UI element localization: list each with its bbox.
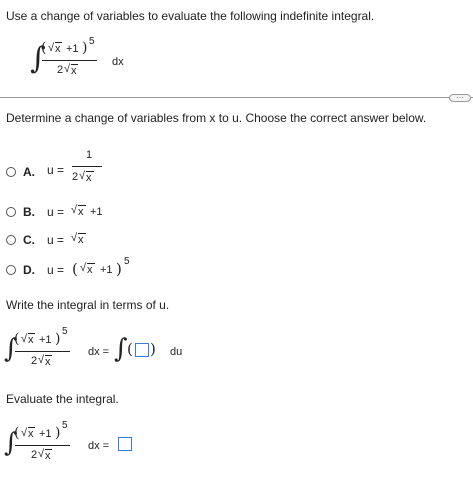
main-integral: ∫ ( √ x +1 ) 5 2 √ x dx (30, 36, 170, 88)
den-coeff: 2 (31, 355, 38, 367)
exponent: 5 (124, 256, 130, 267)
exponent: 5 (89, 36, 95, 47)
sqrt-symbol: √ (79, 170, 86, 182)
sqrt-symbol: √ (38, 448, 45, 460)
question-prompt: Use a change of variables to evaluate th… (6, 9, 375, 23)
u-equals: u = (47, 163, 65, 177)
num-plus-one: +1 (39, 428, 52, 440)
den-radicand: x (86, 172, 92, 184)
open-paren: ( (127, 340, 133, 358)
u-equals: u = (47, 233, 65, 247)
option-d[interactable]: D. u = ( √ x +1 ) 5 (6, 256, 156, 280)
u-equals: u = (47, 263, 65, 277)
tail: +1 (90, 206, 103, 218)
num-radicand: x (55, 43, 61, 55)
integrand-input[interactable] (135, 343, 149, 357)
open-paren: ( (41, 40, 47, 56)
sqrt-symbol: √ (80, 262, 87, 274)
dx-label: dx (112, 56, 124, 68)
sqrt-symbol: √ (64, 63, 71, 75)
radio-button-icon[interactable] (6, 265, 16, 275)
exponent: 5 (62, 326, 68, 337)
close-paren: ) (82, 40, 88, 56)
sqrt-symbol: √ (48, 42, 55, 54)
step2-instruction: Write the integral in terms of u. (6, 298, 170, 312)
option-letter: D. (23, 263, 35, 277)
radicand: x (87, 264, 93, 276)
step3-equation: ∫ ( √ x +1 ) 5 2 √ x dx = (4, 420, 164, 470)
close-paren: ) (55, 331, 61, 347)
sqrt-symbol: √ (21, 333, 28, 345)
num-radicand: x (28, 334, 34, 346)
sqrt-symbol: √ (71, 232, 78, 244)
sqrt-symbol: √ (21, 427, 28, 439)
step2-equation: ∫ ( √ x +1 ) 5 2 √ x dx = ∫ ( ) du (4, 326, 204, 376)
radicand: x (78, 206, 84, 218)
result-input[interactable] (118, 437, 132, 451)
tail: +1 (100, 264, 113, 276)
dx-equals: dx = (88, 346, 110, 358)
option-letter: A. (23, 165, 35, 179)
close-paren: ) (55, 425, 61, 441)
section-divider (0, 97, 473, 98)
frac-numerator: 1 (86, 149, 93, 161)
close-paren: ) (150, 340, 156, 358)
radicand: x (78, 234, 84, 246)
den-radicand: x (45, 356, 51, 368)
sqrt-symbol: √ (38, 354, 45, 366)
option-c[interactable]: C. u = √ x (6, 232, 126, 248)
den-radicand: x (71, 65, 77, 77)
open-paren: ( (14, 425, 20, 441)
exponent: 5 (62, 420, 68, 431)
option-a[interactable]: A. u = 1 2 √ x (6, 146, 126, 188)
more-dots-icon[interactable]: ··· (449, 94, 471, 102)
den-radicand: x (45, 450, 51, 462)
option-b[interactable]: B. u = √ x +1 (6, 204, 126, 220)
open-paren: ( (14, 331, 20, 347)
close-paren: ) (116, 260, 122, 278)
radio-button-icon[interactable] (6, 207, 16, 217)
num-plus-one: +1 (39, 334, 52, 346)
option-letter: B. (23, 205, 35, 219)
dx-equals: dx = (88, 440, 110, 452)
open-paren: ( (72, 260, 78, 278)
radio-button-icon[interactable] (6, 167, 16, 177)
den-coeff: 2 (57, 64, 64, 76)
integral-sign: ∫ (114, 334, 128, 364)
num-plus-one: +1 (66, 43, 79, 55)
option-letter: C. (23, 233, 35, 247)
step3-instruction: Evaluate the integral. (6, 392, 119, 406)
den-coeff: 2 (31, 449, 38, 461)
sqrt-symbol: √ (71, 204, 78, 216)
step1-instruction: Determine a change of variables from x t… (6, 111, 427, 125)
du-label: du (170, 346, 183, 358)
num-radicand: x (28, 428, 34, 440)
u-equals: u = (47, 205, 65, 219)
radio-button-icon[interactable] (6, 235, 16, 245)
den-coeff: 2 (72, 171, 79, 183)
